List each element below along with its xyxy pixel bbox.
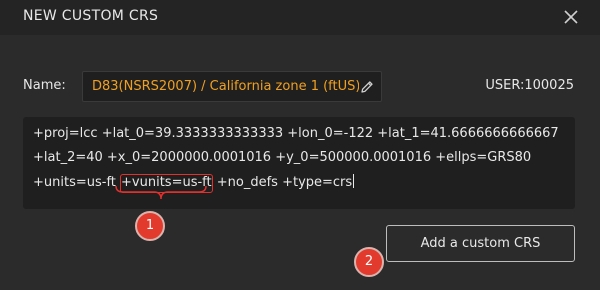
user-id: USER:100025 — [485, 78, 574, 93]
proj-line-2: +lat_2=40 +x_0=2000000.0001016 +y_0=5000… — [33, 150, 532, 165]
proj-tail: +no_defs +type=crs — [212, 175, 353, 190]
proj-definition-textarea[interactable]: +proj=lcc +lat_0=39.3333333333333 +lon_0… — [23, 117, 575, 209]
highlight-brace — [115, 185, 207, 200]
annotation-marker-1: 1 — [135, 211, 165, 241]
pencil-icon[interactable] — [359, 79, 375, 95]
name-label: Name: — [23, 78, 66, 93]
crs-name-value: D83(NSRS2007) / California zone 1 (ftUS) — [92, 79, 361, 94]
proj-line-1: +proj=lcc +lat_0=39.3333333333333 +lon_0… — [33, 126, 559, 141]
close-icon[interactable] — [560, 6, 582, 28]
add-custom-crs-button[interactable]: Add a custom CRS — [386, 225, 575, 262]
crs-name-field[interactable]: D83(NSRS2007) / California zone 1 (ftUS) — [82, 71, 382, 102]
annotation-marker-2: 2 — [354, 247, 384, 277]
dialog-header: NEW CUSTOM CRS — [0, 0, 600, 35]
text-cursor — [353, 174, 355, 188]
dialog-title: NEW CUSTOM CRS — [23, 8, 159, 24]
proj-units: +units=us-ft — [33, 175, 121, 190]
